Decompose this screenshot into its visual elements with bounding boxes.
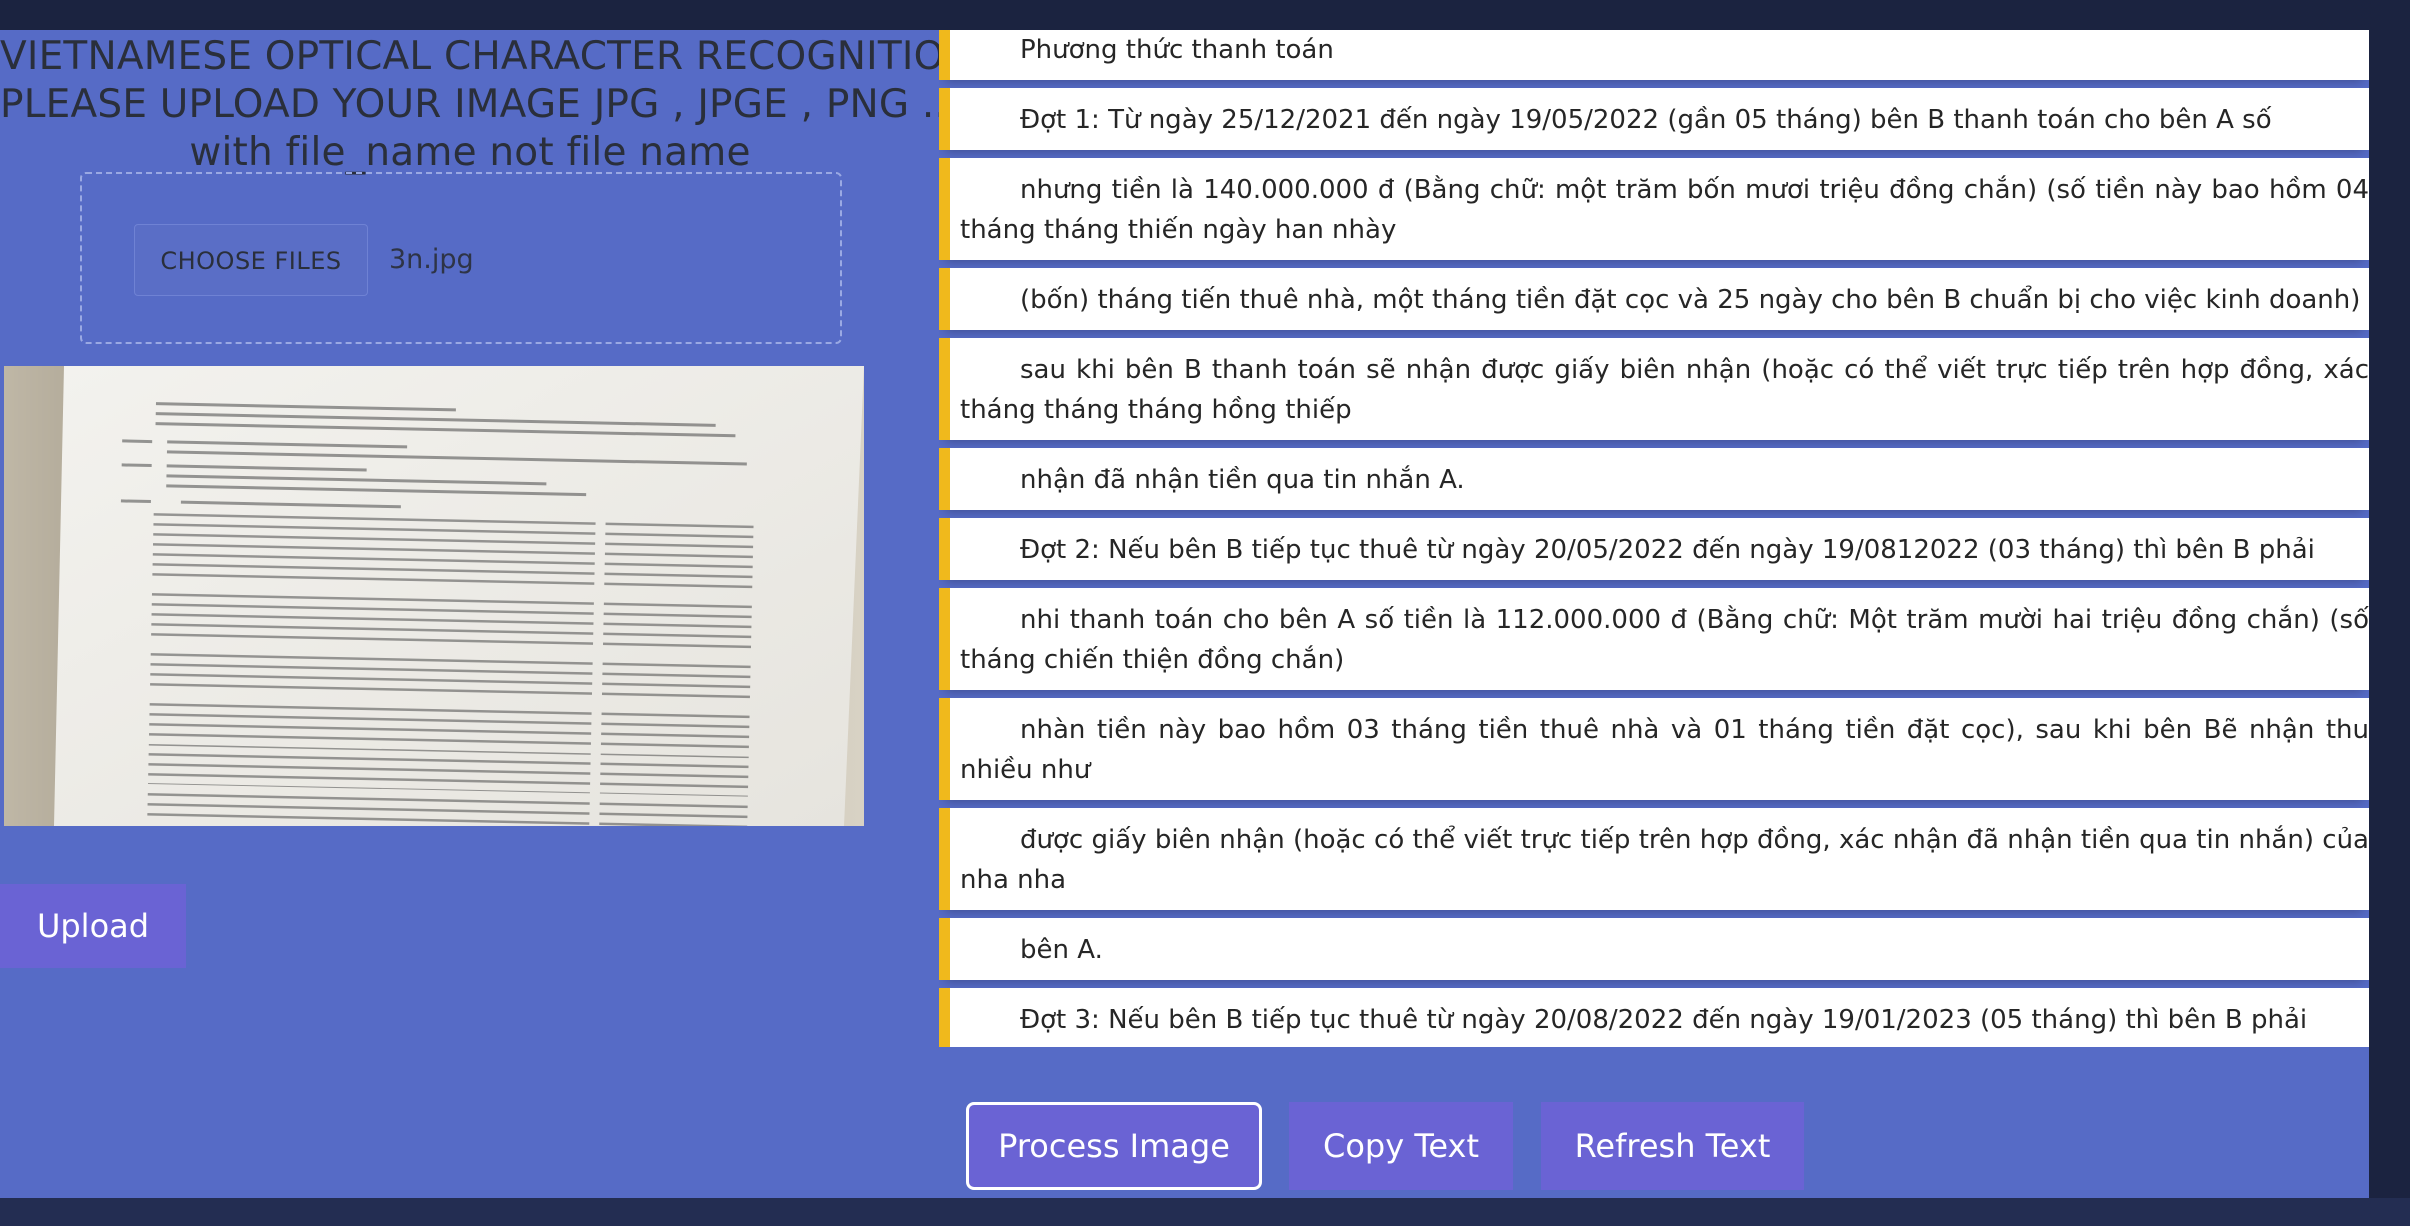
ocr-result-text: nhi thanh toán cho bên A số tiền là 112.…: [960, 605, 2369, 675]
ocr-result-text: được giấy biên nhận (hoặc có thể viết tr…: [960, 825, 2369, 895]
ocr-result-text: sau khi bên B thanh toán sẽ nhận được gi…: [960, 355, 2369, 425]
ocr-result-text: Đợt 2: Nếu bên B tiếp tục thuê từ ngày 2…: [1020, 535, 2315, 565]
ocr-result-line: Đợt 3: Nếu bên B tiếp tục thuê từ ngày 2…: [939, 988, 2369, 1047]
ocr-result-line: (bốn) tháng tiến thuê nhà, một tháng tiề…: [939, 268, 2369, 330]
file-drop-zone[interactable]: CHOOSE FILES 3n.jpg: [80, 172, 842, 344]
page-title: VIETNAMESE OPTICAL CHARACTER RECOGNITION: [0, 34, 974, 79]
ocr-result-text: (bốn) tháng tiến thuê nhà, một tháng tiề…: [1020, 285, 2361, 315]
top-bar: [0, 0, 2410, 30]
right-gutter: [2369, 30, 2410, 1198]
ocr-result-line: sau khi bên B thanh toán sẽ nhận được gi…: [939, 338, 2369, 440]
copy-text-button[interactable]: Copy Text: [1289, 1102, 1513, 1190]
ocr-result-line: bên A.: [939, 918, 2369, 980]
app-root: VIETNAMESE OPTICAL CHARACTER RECOGNITION…: [0, 0, 2410, 1226]
ocr-results-list: Phương thức thanh toán Đợt 1: Từ ngày 25/…: [939, 30, 2369, 1047]
process-image-button[interactable]: Process Image: [966, 1102, 1262, 1190]
ocr-result-line: Đợt 2: Nếu bên B tiếp tục thuê từ ngày 2…: [939, 518, 2369, 580]
uploaded-image-preview: [4, 366, 864, 826]
ocr-result-line: nhi thanh toán cho bên A số tiền là 112.…: [939, 588, 2369, 690]
choose-files-button[interactable]: CHOOSE FILES: [134, 224, 368, 296]
selected-file-name: 3n.jpg: [389, 244, 474, 275]
ocr-result-line: Phương thức thanh toán: [939, 30, 2369, 80]
ocr-result-line: nhận đã nhận tiền qua tin nhắn A.: [939, 448, 2369, 510]
bottom-bar: [0, 1198, 2410, 1226]
ocr-result-line: Đợt 1: Từ ngày 25/12/2021 đến ngày 19/05…: [939, 88, 2369, 150]
ocr-result-text: nhận đã nhận tiền qua tin nhắn A.: [1020, 465, 1465, 495]
ocr-result-line: nhưng tiền là 140.000.000 đ (Bằng chữ: m…: [939, 158, 2369, 260]
document-photo: [4, 366, 864, 826]
ocr-result-text: Đợt 3: Nếu bên B tiếp tục thuê từ ngày 2…: [1020, 1005, 2308, 1035]
ocr-result-text: Đợt 1: Từ ngày 25/12/2021 đến ngày 19/05…: [1020, 105, 2272, 135]
ocr-result-line: nhàn tiền này bao hồm 03 tháng tiền thuê…: [939, 698, 2369, 800]
ocr-result-text: nhàn tiền này bao hồm 03 tháng tiền thuê…: [960, 715, 2369, 785]
refresh-text-button[interactable]: Refresh Text: [1541, 1102, 1804, 1190]
ocr-result-line: được giấy biên nhận (hoặc có thể viết tr…: [939, 808, 2369, 910]
upload-instructions: PLEASE UPLOAD YOUR IMAGE JPG , JPGE , PN…: [0, 82, 973, 127]
ocr-result-text: bên A.: [1020, 935, 1103, 965]
ocr-results-panel[interactable]: Phương thức thanh toán Đợt 1: Từ ngày 25/…: [939, 30, 2369, 1047]
upload-note: with file_name not file name: [189, 130, 751, 175]
main-panel: VIETNAMESE OPTICAL CHARACTER RECOGNITION…: [0, 30, 2369, 1198]
ocr-result-text: Phương thức thanh toán: [1020, 35, 1334, 65]
upload-button[interactable]: Upload: [0, 884, 186, 968]
ocr-result-text: nhưng tiền là 140.000.000 đ (Bằng chữ: m…: [960, 175, 2369, 245]
